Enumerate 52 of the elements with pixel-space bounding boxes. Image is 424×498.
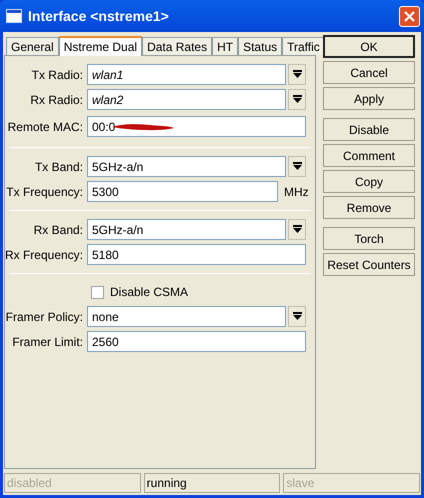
dropdown-arrow-icon xyxy=(292,70,302,79)
window-icon xyxy=(6,9,22,23)
value-field[interactable]: wlan2 xyxy=(87,89,286,110)
dropdown-button[interactable] xyxy=(288,219,306,240)
field-label: Tx Frequency: xyxy=(6,184,83,200)
field-label: Tx Radio: xyxy=(32,66,83,84)
field-label: Rx Band: xyxy=(34,222,83,238)
field-label: Framer Limit: xyxy=(12,334,83,350)
dropdown-button[interactable] xyxy=(288,306,306,327)
value-field[interactable]: 5180 xyxy=(87,244,306,265)
dropdown-button[interactable] xyxy=(288,156,306,177)
value-field[interactable]: 5GHz-a/n xyxy=(87,219,286,240)
dropdown-arrow-icon xyxy=(292,162,302,171)
dropdown-arrow-icon xyxy=(292,225,302,234)
dialog-button[interactable]: Remove xyxy=(323,196,415,219)
dialog-button[interactable]: Copy xyxy=(323,170,415,193)
dropdown-arrow-icon xyxy=(292,95,302,104)
disable-csma-checkbox[interactable]: Disable CSMA xyxy=(91,283,188,301)
status-segment: running xyxy=(144,473,280,493)
status-segment: slave xyxy=(283,473,420,493)
unit-label: MHz xyxy=(284,184,309,200)
value-field[interactable]: 5GHz-a/n xyxy=(87,156,286,177)
value-field[interactable]: wlan1 xyxy=(87,64,286,85)
dropdown-arrow-icon xyxy=(292,312,302,321)
tab[interactable]: General xyxy=(6,37,59,55)
tab[interactable]: Traffic xyxy=(282,37,325,55)
field-label: Rx Radio: xyxy=(30,92,83,108)
tab[interactable]: HT xyxy=(212,37,238,55)
dialog-button[interactable]: Disable xyxy=(323,118,415,141)
tab[interactable]: Status xyxy=(238,37,282,55)
dialog-button[interactable]: Apply xyxy=(323,87,415,110)
dialog-button[interactable]: Reset Counters xyxy=(323,253,415,276)
dropdown-button[interactable] xyxy=(288,64,306,85)
value-field[interactable]: 2560 xyxy=(87,331,306,352)
value-field[interactable]: none xyxy=(87,306,286,327)
value-field[interactable]: 5300 xyxy=(87,181,278,202)
field-label: Remote MAC: xyxy=(8,118,83,136)
field-label: Framer Policy: xyxy=(6,308,83,326)
window-title: Interface <nstreme1> xyxy=(28,6,169,26)
field-label: Rx Frequency: xyxy=(4,246,83,264)
tab[interactable]: Nstreme Dual xyxy=(58,36,142,56)
status-segment: disabled xyxy=(4,473,141,493)
dialog-button[interactable]: Torch xyxy=(323,227,415,250)
tab[interactable]: Data Rates xyxy=(142,37,212,55)
dropdown-button[interactable] xyxy=(288,89,306,110)
close-button[interactable] xyxy=(399,6,420,26)
dialog-button[interactable]: OK xyxy=(323,35,415,58)
dialog-button[interactable]: Cancel xyxy=(323,61,415,84)
value-field[interactable]: 00:0 xyxy=(87,116,306,137)
close-icon xyxy=(404,10,415,22)
field-label: Tx Band: xyxy=(34,158,83,176)
dialog-button[interactable]: Comment xyxy=(323,144,415,167)
